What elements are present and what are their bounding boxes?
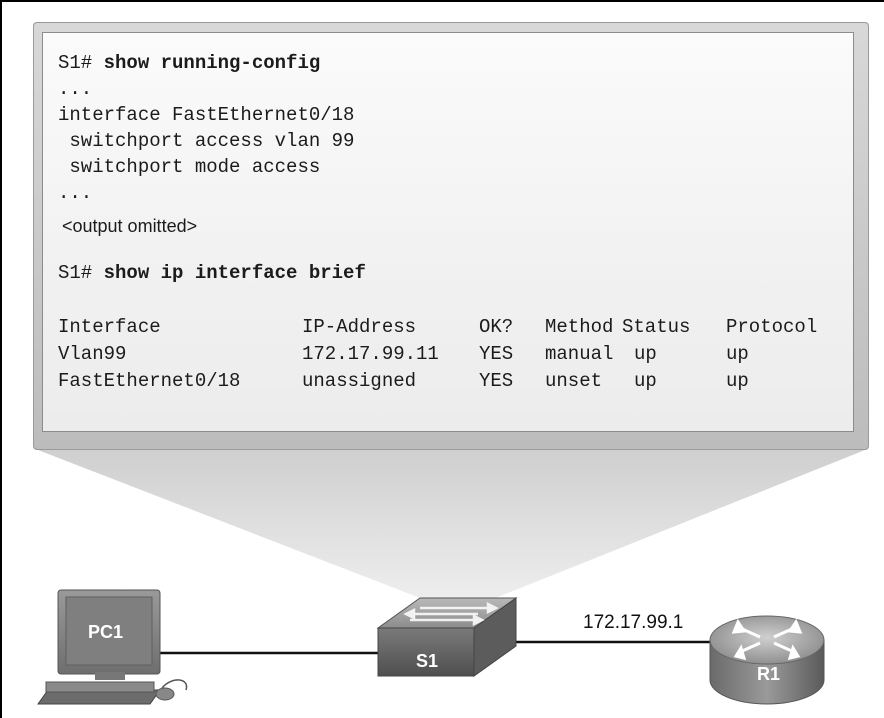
router-r1-icon <box>709 615 825 705</box>
network-diagram: S1# show running-config ... interface Fa… <box>0 0 884 718</box>
topology <box>37 589 825 705</box>
pc1-icon <box>37 589 188 705</box>
link-ip-label: 172.17.99.1 <box>583 612 684 633</box>
pc1-label: PC1 <box>88 622 124 642</box>
switch-s1-label: S1 <box>416 651 439 671</box>
switch-s1-icon <box>376 597 518 677</box>
router-r1-label: R1 <box>757 664 781 684</box>
